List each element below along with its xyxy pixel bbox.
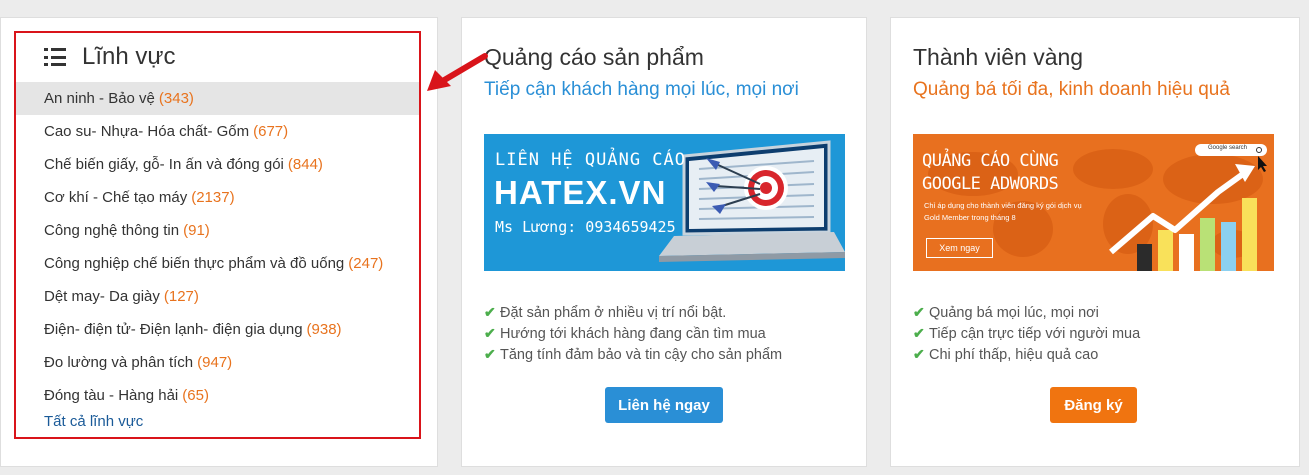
gold-title: Thành viên vàng bbox=[913, 44, 1084, 70]
field-label: An ninh - Bảo vệ bbox=[44, 90, 155, 107]
benefit-item: ✔ Hướng tới khách hàng đang cần tìm mua bbox=[484, 323, 782, 344]
field-item-electric[interactable]: Điện- điện tử- Điện lạnh- điện gia dụng(… bbox=[16, 313, 419, 346]
gold-banner-line1: QUẢNG CÁO CÙNG bbox=[922, 151, 1059, 171]
fields-title-text: Lĩnh vực bbox=[82, 43, 176, 70]
field-label: Dệt may- Da giày bbox=[44, 288, 160, 305]
check-icon: ✔ bbox=[484, 325, 496, 341]
benefit-item: ✔ Đặt sản phẩm ở nhiều vị trí nổi bật. bbox=[484, 302, 782, 323]
ads-title: Quảng cáo sản phẩm bbox=[484, 44, 704, 70]
field-count: (947) bbox=[197, 354, 233, 371]
gold-banner-line3: Chỉ áp dụng cho thành viên đăng ký gói d… bbox=[924, 201, 1082, 210]
gold-benefits: ✔ Quảng bá mọi lúc, mọi nơi ✔ Tiếp cận trự… bbox=[913, 302, 1140, 365]
field-label: Đo lường và phân tích bbox=[44, 354, 194, 371]
field-count: (127) bbox=[163, 288, 199, 305]
gold-subtitle: Quảng bá tối đa, kinh doanh hiệu quả bbox=[913, 79, 1230, 100]
benefit-text: Tăng tính đảm bảo và tin cậy cho sản phẩ… bbox=[500, 346, 783, 363]
google-search-text: Google search bbox=[1208, 145, 1248, 151]
benefit-text: Hướng tới khách hàng đang cần tìm mua bbox=[500, 325, 766, 342]
field-label: Điện- điện tử- Điện lạnh- điện gia dụng bbox=[44, 321, 303, 338]
field-list: An ninh - Bảo vệ (343) Cao su- Nhựa- Hóa … bbox=[16, 82, 419, 412]
field-count: (2137) bbox=[191, 189, 235, 206]
field-item-it[interactable]: Công nghệ thông tin (91) bbox=[16, 214, 419, 247]
field-item-mechanical[interactable]: Cơ khí - Chế tạo máy (2137) bbox=[16, 181, 419, 214]
ads-banner-line1: LIÊN HỆ QUẢNG CÁO bbox=[495, 150, 686, 170]
field-label: Công nghệ thông tin bbox=[44, 222, 180, 239]
ads-benefits: ✔ Đặt sản phẩm ở nhiều vị trí nổi bật. ✔ H… bbox=[484, 302, 782, 365]
gold-banner[interactable]: Google search QUẢNG CÁO CÙNG GOOGLE ADWO… bbox=[913, 134, 1274, 271]
check-icon: ✔ bbox=[913, 304, 925, 320]
field-label: Đóng tàu - Hàng hải bbox=[44, 387, 179, 404]
benefit-item: ✔ Tăng tính đảm bảo và tin cậy cho sản ph… bbox=[484, 344, 782, 365]
field-count: (65) bbox=[182, 387, 209, 404]
field-count: (91) bbox=[183, 222, 210, 239]
check-icon: ✔ bbox=[484, 304, 496, 320]
field-item-shipbuilding[interactable]: Đóng tàu - Hàng hải (65) bbox=[16, 379, 419, 412]
list-icon bbox=[44, 48, 66, 66]
field-count: (677) bbox=[253, 123, 289, 140]
benefit-item: ✔ Chi phí thấp, hiệu quả cao bbox=[913, 344, 1140, 365]
contact-now-button[interactable]: Liên hệ ngay bbox=[605, 387, 723, 423]
field-label: Công nghiệp chế biến thực phẩm và đồ uốn… bbox=[44, 255, 345, 272]
field-label: Chế biến giấy, gỗ- In ấn và đóng gói bbox=[44, 156, 284, 173]
ads-banner-line2: HATEX.VN bbox=[494, 174, 667, 211]
benefit-text: Tiếp cận trực tiếp với người mua bbox=[929, 325, 1141, 342]
gold-banner-line4: Gold Member trong tháng 8 bbox=[924, 213, 1016, 222]
check-icon: ✔ bbox=[913, 325, 925, 341]
benefit-text: Chi phí thấp, hiệu quả cao bbox=[929, 346, 1099, 363]
benefit-item: ✔ Quảng bá mọi lúc, mọi nơi bbox=[913, 302, 1140, 323]
check-icon: ✔ bbox=[484, 346, 496, 362]
field-count: (844) bbox=[287, 156, 323, 173]
ads-banner-line3: Ms Lương: 0934659425 bbox=[495, 218, 676, 236]
field-item-food[interactable]: Công nghiệp chế biến thực phẩm và đồ uốn… bbox=[16, 247, 419, 280]
field-count: (247) bbox=[348, 255, 384, 272]
field-label: Cơ khí - Chế tạo máy bbox=[44, 189, 188, 206]
benefit-text: Quảng bá mọi lúc, mọi nơi bbox=[929, 304, 1099, 321]
benefit-text: Đặt sản phẩm ở nhiều vị trí nổi bật. bbox=[500, 304, 727, 321]
check-icon: ✔ bbox=[913, 346, 925, 362]
ads-banner[interactable]: LIÊN HỆ QUẢNG CÁO HATEX.VN Ms Lương: 093… bbox=[484, 134, 845, 271]
benefit-item: ✔ Tiếp cận trực tiếp với người mua bbox=[913, 323, 1140, 344]
gold-banner-line2: GOOGLE ADWORDS bbox=[922, 174, 1059, 194]
fields-panel-title: Lĩnh vực bbox=[44, 42, 175, 72]
field-item-security[interactable]: An ninh - Bảo vệ (343) bbox=[16, 82, 419, 115]
view-now-button[interactable]: Xem ngay bbox=[926, 238, 993, 258]
field-item-textile[interactable]: Dệt may- Da giày (127) bbox=[16, 280, 419, 313]
field-count: (343) bbox=[158, 90, 194, 107]
all-fields-link[interactable]: Tất cả lĩnh vực bbox=[44, 413, 143, 430]
field-item-rubber-plastic[interactable]: Cao su- Nhựa- Hóa chất- Gốm (677) bbox=[16, 115, 419, 148]
field-label: Cao su- Nhựa- Hóa chất- Gốm bbox=[44, 123, 250, 140]
register-button[interactable]: Đăng ký bbox=[1050, 387, 1137, 423]
field-item-paper-wood[interactable]: Chế biến giấy, gỗ- In ấn và đóng gói (844… bbox=[16, 148, 419, 181]
ads-subtitle: Tiếp cận khách hàng mọi lúc, mọi nơi bbox=[484, 79, 799, 100]
red-arrow-icon bbox=[427, 53, 488, 91]
field-count: (938) bbox=[306, 321, 342, 338]
field-item-measurement[interactable]: Đo lường và phân tích (947) bbox=[16, 346, 419, 379]
